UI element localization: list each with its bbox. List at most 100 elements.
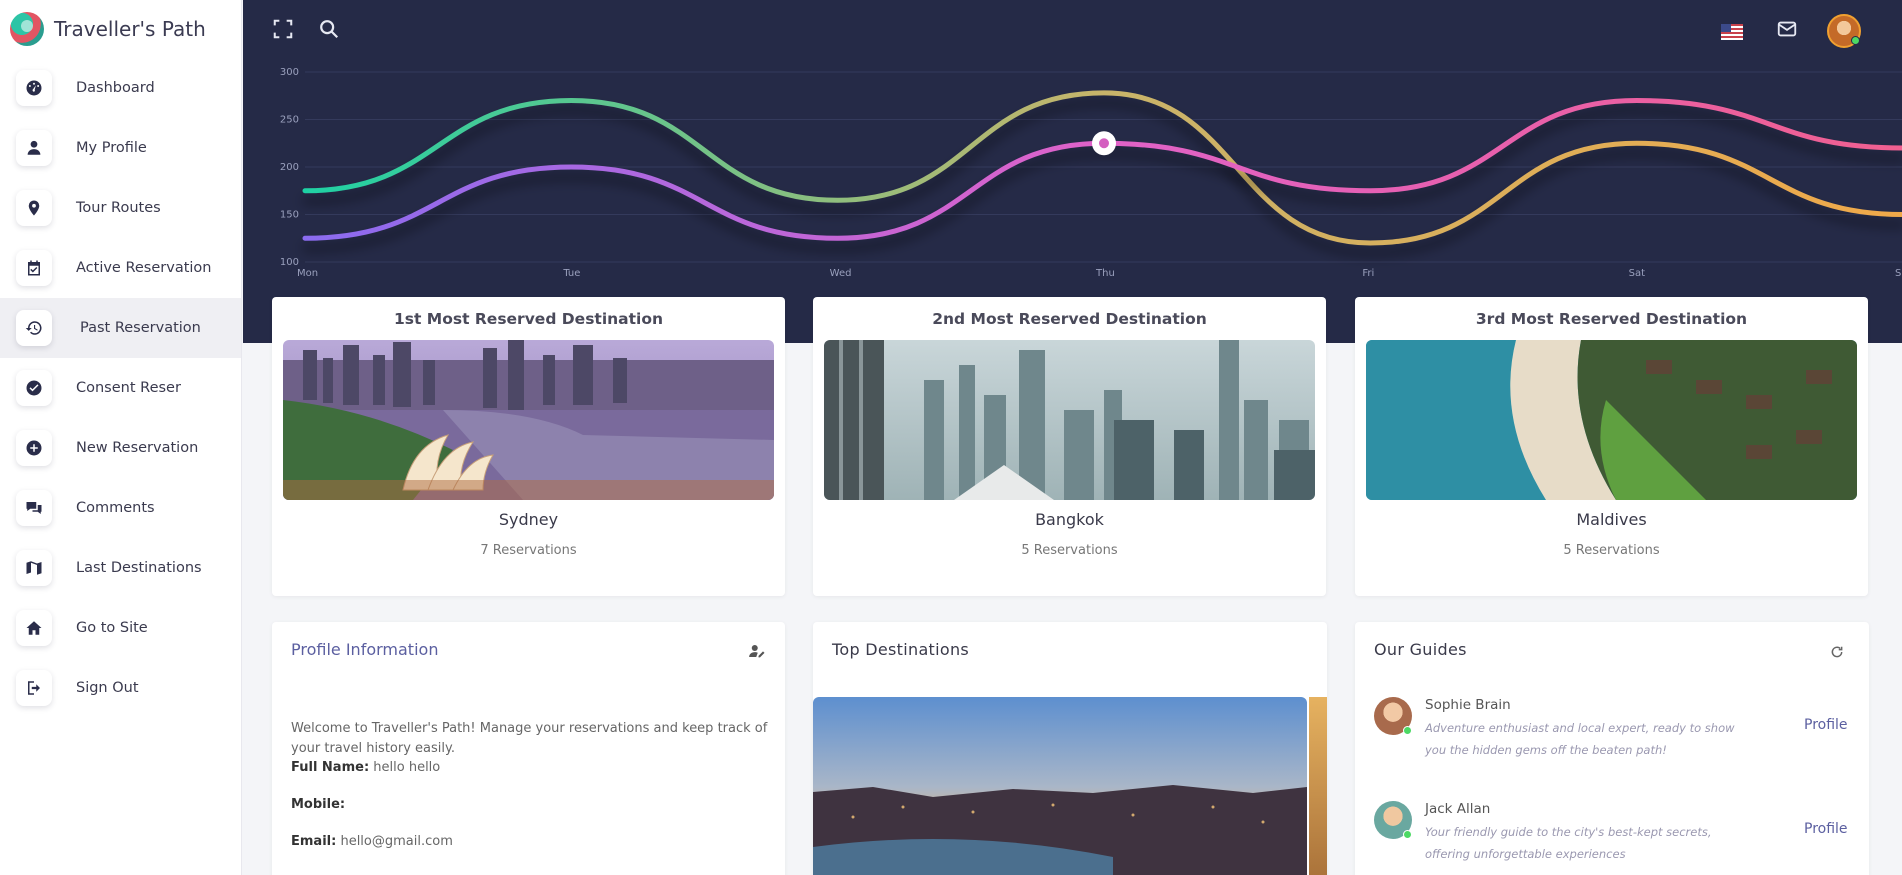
destination-rank-title: 1st Most Reserved Destination	[393, 310, 664, 328]
sidebar-item-label: Last Destinations	[76, 560, 202, 576]
sidebar-item-label: New Reservation	[76, 440, 199, 456]
destination-name: Bangkok	[1035, 510, 1104, 529]
our-guides-title: Our Guides	[1374, 640, 1467, 659]
top-destination-slide-image[interactable]	[813, 697, 1307, 875]
guide-profile-link[interactable]: Profile	[1804, 717, 1848, 733]
brand[interactable]: Traveller's Path	[0, 0, 241, 58]
chart-x-tick-label: Tue	[562, 268, 580, 279]
sidebar-item-consent-reser[interactable]: Consent Reser	[0, 358, 241, 418]
chart-series	[302, 90, 1902, 246]
sidebar-item-go-to-site[interactable]: Go to Site	[0, 598, 241, 658]
destination-name: Sydney	[498, 510, 559, 529]
full-name-label: Full Name:	[291, 760, 370, 775]
plus-circle-icon	[16, 430, 52, 466]
top-destinations-card: Top Destinations	[813, 622, 1327, 875]
email-label: Email:	[291, 834, 337, 849]
online-status-dot	[1851, 36, 1860, 45]
chart-x-tick-label: Sun	[1895, 268, 1902, 279]
sidebar-item-label: Tour Routes	[76, 200, 161, 216]
profile-full-name: Full Name: hello hello	[291, 760, 440, 775]
chart-y-ticks: 300 250 200 150 100	[280, 67, 299, 268]
sidebar-item-my-profile[interactable]: My Profile	[0, 118, 241, 178]
chart-x-tick-label: Sat	[1629, 268, 1645, 279]
check-circle-icon	[16, 370, 52, 406]
destination-reservation-count: 5 Reservations	[1021, 543, 1118, 558]
sidebar-item-label: My Profile	[76, 140, 147, 156]
guide-description: Adventure enthusiast and local expert, r…	[1425, 721, 1735, 757]
sidebar-item-tour-routes[interactable]: Tour Routes	[0, 178, 241, 238]
map-icon	[16, 550, 52, 586]
sidebar-item-label: Dashboard	[76, 80, 155, 96]
dashboard-icon	[16, 70, 52, 106]
us-flag-icon[interactable]	[1721, 21, 1743, 40]
reservations-line-chart: 300 250 200 150 100 Mon Tue Wed Thu Fri Sat Sun	[280, 67, 1902, 279]
mobile-label: Mobile:	[291, 797, 346, 812]
chart-x-tick-label: Fri	[1362, 268, 1374, 279]
destination-card-2[interactable]: 2nd Most Reserved Destination Bangkok 5 …	[813, 297, 1326, 596]
chart-series-line-2	[302, 97, 1902, 241]
destination-rank-title: 2nd Most Reserved Destination	[932, 310, 1207, 328]
mail-icon[interactable]	[1776, 18, 1798, 40]
hero-header: 300 250 200 150 100 Mon Tue Wed Thu Fri Sat Sun	[243, 0, 1902, 343]
sidebar-item-label: Consent Reser	[76, 380, 181, 396]
chart-highlight-point-center	[1099, 138, 1109, 149]
user-edit-icon[interactable]	[748, 642, 766, 660]
guide-description: Your friendly guide to the city's best-k…	[1425, 825, 1712, 861]
online-status-dot	[1403, 830, 1412, 839]
profile-email: Email: hello@gmail.com	[291, 834, 453, 849]
sidebar-item-comments[interactable]: Comments	[0, 478, 241, 538]
chart-x-ticks: Mon Tue Wed Thu Fri Sat Sun	[297, 268, 1902, 279]
destination-card-1[interactable]: 1st Most Reserved Destination Sydney 7 R	[272, 297, 785, 596]
sidebar: Traveller's Path Dashboard My Profile To…	[0, 0, 242, 875]
chart-y-tick-label: 150	[280, 210, 299, 221]
topbar	[243, 0, 1902, 58]
sidebar-item-label: Comments	[76, 500, 155, 516]
our-guides-card: Our Guides Sophie Brain Adventure enthus…	[1355, 622, 1869, 875]
full-name-value: hello hello	[373, 760, 441, 775]
email-value: hello@gmail.com	[340, 834, 453, 849]
destination-image-maldives	[1366, 340, 1857, 500]
fullscreen-icon[interactable]	[272, 18, 294, 40]
destination-reservation-count: 5 Reservations	[1563, 543, 1660, 558]
chart-x-tick-label: Thu	[1095, 268, 1115, 279]
chart-highlight	[1092, 131, 1116, 156]
sidebar-item-sign-out[interactable]: Sign Out	[0, 658, 241, 718]
refresh-icon[interactable]	[1830, 644, 1844, 658]
sidebar-item-label: Past Reservation	[80, 320, 201, 336]
user-icon	[16, 130, 52, 166]
home-icon	[16, 610, 52, 646]
brand-name: Traveller's Path	[54, 17, 206, 41]
destination-rank-title: 3rd Most Reserved Destination	[1475, 310, 1748, 328]
sidebar-item-new-reservation[interactable]: New Reservation	[0, 418, 241, 478]
next-slide-preview[interactable]	[1309, 697, 1327, 875]
sidebar-item-last-destinations[interactable]: Last Destinations	[0, 538, 241, 598]
chart-y-tick-label: 300	[280, 67, 299, 78]
chart-y-tick-label: 250	[280, 115, 299, 126]
destination-image-bangkok	[824, 340, 1315, 500]
avatar[interactable]	[1827, 14, 1861, 48]
search-icon[interactable]	[318, 18, 340, 40]
guide-item: Sophie Brain Adventure enthusiast and lo…	[1374, 697, 1854, 767]
sidebar-item-active-reservation[interactable]: Active Reservation	[0, 238, 241, 298]
sidebar-item-label: Active Reservation	[76, 260, 212, 276]
profile-welcome-text: Welcome to Traveller's Path! Manage your…	[291, 721, 768, 756]
destination-name: Maldives	[1576, 510, 1647, 529]
sign-out-icon	[16, 670, 52, 706]
sidebar-item-dashboard[interactable]: Dashboard	[0, 58, 241, 118]
guide-item: Jack Allan Your friendly guide to the ci…	[1374, 801, 1854, 871]
chart-x-tick-label: Mon	[297, 268, 318, 279]
destination-reservation-count: 7 Reservations	[480, 543, 577, 558]
profile-information-card: Profile Information Welcome to Traveller…	[272, 622, 785, 875]
calendar-check-icon	[16, 250, 52, 286]
chart-x-tick-label: Wed	[830, 268, 852, 279]
profile-mobile: Mobile:	[291, 797, 345, 812]
map-pin-icon	[16, 190, 52, 226]
sidebar-item-label: Go to Site	[76, 620, 148, 636]
online-status-dot	[1403, 726, 1412, 735]
chart-y-tick-label: 100	[280, 257, 299, 268]
sidebar-item-label: Sign Out	[76, 680, 139, 696]
sidebar-item-past-reservation[interactable]: Past Reservation	[0, 298, 241, 358]
top-destinations-title: Top Destinations	[832, 640, 970, 659]
guide-profile-link[interactable]: Profile	[1804, 821, 1848, 837]
destination-card-3[interactable]: 3rd Most Reserved Destination Maldives 5…	[1355, 297, 1868, 596]
